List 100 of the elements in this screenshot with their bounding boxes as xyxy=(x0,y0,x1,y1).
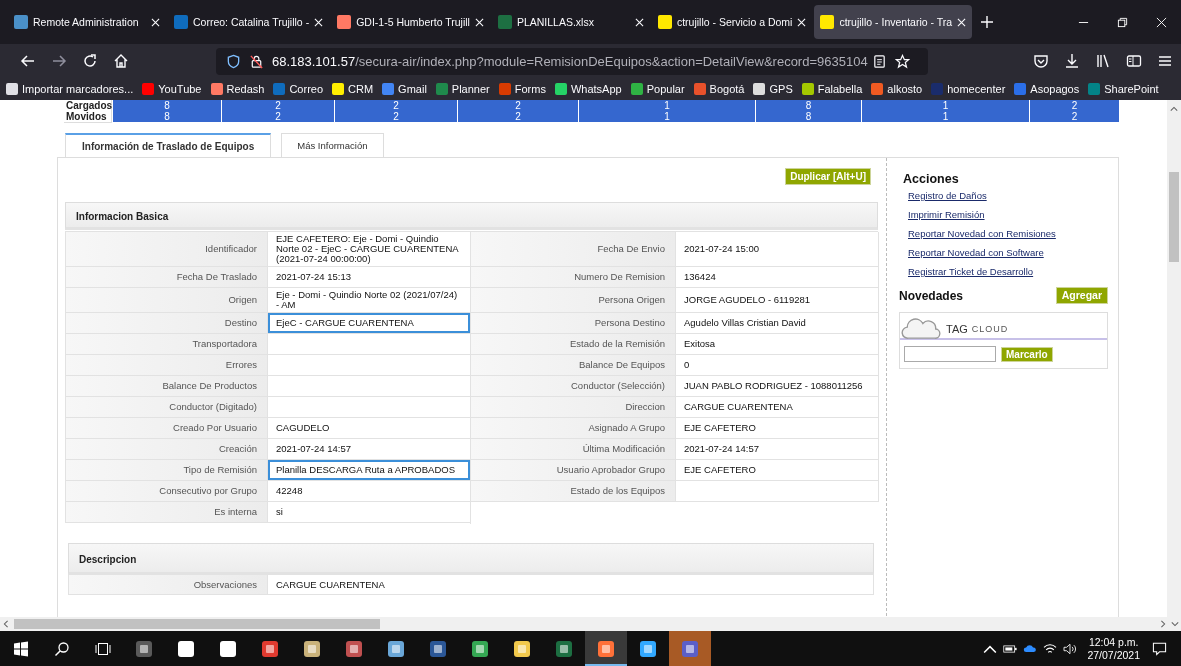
scroll-left-icon[interactable] xyxy=(2,620,10,628)
browser-tab[interactable]: PLANILLAS.xlsx xyxy=(491,5,650,39)
crossed-lock-icon[interactable] xyxy=(249,53,264,69)
bookmark-item[interactable]: Asopagos xyxy=(1014,83,1080,95)
library-icon[interactable] xyxy=(1095,53,1111,69)
app-tile-icon xyxy=(470,638,490,659)
pocket-icon[interactable] xyxy=(1033,53,1049,69)
taskbar-button[interactable] xyxy=(585,631,627,666)
action-link[interactable]: Registrar Ticket de Desarrollo xyxy=(908,266,1034,277)
battery-icon[interactable] xyxy=(1003,642,1018,655)
bookmark-item[interactable]: YouTube xyxy=(142,83,202,95)
app-tile-icon xyxy=(176,638,196,659)
field-label: Creación xyxy=(66,439,268,460)
field-label: Conductor (Selección) xyxy=(471,376,676,397)
bookmark-item[interactable]: GPS xyxy=(753,83,793,95)
bookmark-item[interactable]: WhatsApp xyxy=(554,83,622,95)
address-bar[interactable]: 68.183.101.57/secura-air/index.php?module=RemisionDeEquipos&action=DetailView&record=9635104 xyxy=(216,47,928,75)
horizontal-scrollbar[interactable] xyxy=(0,617,1181,631)
action-link[interactable]: Registro de Daños xyxy=(908,190,987,201)
url-host: 68.183.101.57 xyxy=(272,53,356,69)
field-label: Balance De Productos xyxy=(66,376,268,397)
star-icon[interactable] xyxy=(895,53,910,69)
bookmark-item[interactable]: CRM xyxy=(332,83,374,95)
speaker-icon[interactable] xyxy=(1063,642,1078,655)
bookmark-item[interactable]: Planner xyxy=(435,83,490,95)
bookmark-item[interactable]: Redash xyxy=(210,83,265,95)
close-icon[interactable] xyxy=(151,17,160,27)
sidebar-icon[interactable] xyxy=(1126,53,1142,69)
app-tile-icon xyxy=(260,638,280,659)
forward-arrow-icon[interactable] xyxy=(51,53,67,69)
field-label: Direccion xyxy=(471,397,676,418)
field-label: Persona Origen xyxy=(471,288,676,313)
browser-tab[interactable]: GDI-1-5 Humberto Trujill xyxy=(331,5,490,39)
field-value: CARGUE CUARENTENA xyxy=(676,397,879,418)
scroll-right-icon[interactable] xyxy=(1159,620,1167,628)
close-icon[interactable] xyxy=(314,17,324,27)
plus-icon[interactable] xyxy=(980,15,995,29)
vertical-scrollbar[interactable] xyxy=(1167,100,1181,617)
clock-time[interactable]: 12:04 p.m. xyxy=(1088,635,1139,649)
field-value: JUAN PABLO RODRIGUEZ - 1088011256 xyxy=(676,376,879,397)
browser-tab[interactable]: Remote Administration xyxy=(8,5,166,39)
bookmark-item[interactable]: Falabella xyxy=(801,83,863,95)
reload-icon[interactable] xyxy=(82,53,98,69)
field-label: Estado de los Equipos xyxy=(471,481,676,502)
menu-icon[interactable] xyxy=(1157,53,1173,69)
table-cell: 2 xyxy=(457,111,578,123)
browser-tab[interactable]: Correo: Catalina Trujillo - xyxy=(168,5,330,39)
field-label: Asignado A Grupo xyxy=(471,418,676,439)
shield-icon[interactable] xyxy=(226,53,241,69)
close-icon[interactable] xyxy=(797,17,807,27)
scrollbar-thumb[interactable] xyxy=(1169,172,1179,262)
action-link[interactable]: Reportar Novedad con Software xyxy=(908,247,1044,258)
bookmark-item[interactable]: Forms xyxy=(498,83,546,95)
bookmark-item[interactable]: Importar marcadores... xyxy=(6,83,134,95)
bookmark-item[interactable]: Popular xyxy=(630,83,685,95)
field-value: 136424 xyxy=(676,267,879,288)
close-icon[interactable] xyxy=(957,17,967,27)
app-tile-icon xyxy=(344,638,364,659)
table-cell: 1 xyxy=(861,100,1029,112)
field-value: CAGUDELO xyxy=(268,418,471,439)
notification-icon[interactable] xyxy=(1152,641,1167,656)
action-link[interactable]: Imprimir Remisión xyxy=(908,209,985,220)
bookmark-item[interactable]: Correo xyxy=(273,83,324,95)
home-icon[interactable] xyxy=(113,53,129,69)
scroll-down-icon[interactable] xyxy=(1171,620,1179,628)
field-label: Conductor (Digitado) xyxy=(66,397,268,418)
wifi-icon[interactable] xyxy=(1043,642,1058,655)
field-label: Destino xyxy=(66,313,268,334)
scroll-up-icon[interactable] xyxy=(1170,106,1178,112)
field-value: CARGUE CUARENTENA xyxy=(268,575,874,595)
cloud-icon xyxy=(900,318,942,340)
bookmark-item[interactable]: alkosto xyxy=(871,83,923,95)
tab[interactable]: Información de Traslado de Equipos xyxy=(65,133,272,157)
url-path: /secura-air/index.php?module=RemisionDeEquipos&action=DetailView&record=9635104 xyxy=(355,53,868,69)
back-arrow-icon[interactable] xyxy=(20,53,36,69)
download-icon[interactable] xyxy=(1064,53,1080,69)
tab[interactable]: Más Información xyxy=(281,133,384,157)
scrollbar-thumb[interactable] xyxy=(14,619,380,629)
app-tile-icon xyxy=(554,638,574,659)
table-cell: 8 xyxy=(755,111,861,123)
table-cell: 2 xyxy=(334,111,457,123)
field-label: Fecha De Traslado xyxy=(66,267,268,288)
close-icon[interactable] xyxy=(634,17,644,27)
field-value: EJE CAFETERO xyxy=(676,460,879,481)
tag-input-field[interactable] xyxy=(904,346,996,362)
reader-view-icon[interactable] xyxy=(872,53,887,69)
close-icon[interactable] xyxy=(474,17,484,27)
table-cell: 2 xyxy=(221,111,334,123)
clock-date[interactable]: 27/07/2021 xyxy=(1087,648,1140,662)
browser-tab[interactable]: ctrujillo - Servicio a Domi xyxy=(651,5,813,39)
bookmark-item[interactable]: SharePoint xyxy=(1088,83,1159,95)
app-tile-icon xyxy=(638,638,658,659)
bookmark-item[interactable]: Gmail xyxy=(382,83,427,95)
field-label: Identificador xyxy=(66,232,268,267)
browser-tab[interactable]: ctrujillo - Inventario - Tra xyxy=(814,5,973,39)
bookmark-item[interactable]: Bogotá xyxy=(693,83,745,95)
cloud-icon[interactable] xyxy=(1023,642,1038,655)
action-link[interactable]: Reportar Novedad con Remisiones xyxy=(908,228,1056,239)
bookmark-item[interactable]: homecenter xyxy=(931,83,1006,95)
field-label: Observaciones xyxy=(69,575,268,595)
